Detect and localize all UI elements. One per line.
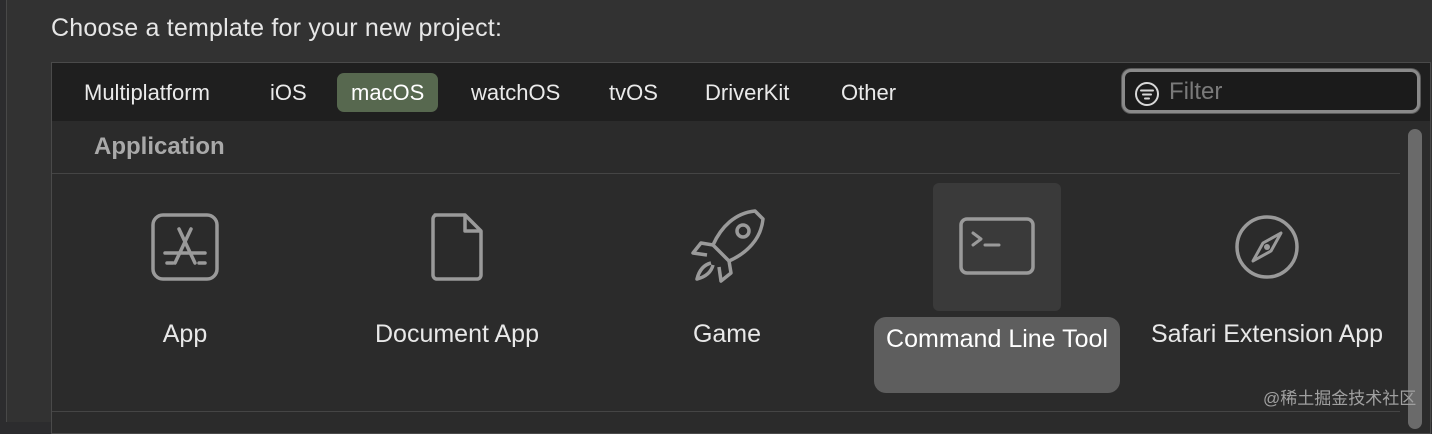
watermark: @稀土掘金技术社区 <box>1263 389 1417 408</box>
tab-macos[interactable]: macOS <box>337 73 439 112</box>
filter-icon <box>1134 81 1160 107</box>
template-app[interactable]: App <box>60 173 310 403</box>
rocket-icon <box>663 183 791 311</box>
platform-tab-bar: Multiplatform iOS macOS watchOS tvOS Dri… <box>52 63 1430 121</box>
template-document-app[interactable]: Document App <box>332 173 582 403</box>
filter-field[interactable] <box>1122 69 1420 113</box>
document-icon <box>393 183 521 311</box>
template-game[interactable]: Game <box>602 173 852 403</box>
tab-ios[interactable]: iOS <box>256 73 321 112</box>
tab-other[interactable]: Other <box>827 73 910 112</box>
section-divider <box>52 411 1400 412</box>
template-label: Game <box>692 320 762 348</box>
section-title: Application <box>94 133 225 160</box>
template-safari-extension-app[interactable]: Safari Extension App <box>1142 173 1392 403</box>
section-header: Application <box>52 121 1400 174</box>
tab-watchos[interactable]: watchOS <box>457 73 574 112</box>
template-command-line-tool[interactable]: Command Line Tool <box>872 173 1122 403</box>
compass-icon <box>1203 183 1331 311</box>
template-label: Command Line Tool <box>874 317 1120 393</box>
app-store-icon <box>121 183 249 311</box>
dialog-prompt: Choose a template for your new project: <box>51 14 503 42</box>
project-template-dialog: Choose a template for your new project: … <box>6 0 1432 434</box>
template-label: Document App <box>375 320 539 348</box>
template-label: Safari Extension App <box>1150 320 1384 348</box>
terminal-icon <box>933 183 1061 311</box>
tab-tvos[interactable]: tvOS <box>595 73 672 112</box>
tab-multiplatform[interactable]: Multiplatform <box>70 73 224 112</box>
template-label: App <box>162 320 208 348</box>
template-panel: Multiplatform iOS macOS watchOS tvOS Dri… <box>51 62 1431 434</box>
filter-input[interactable] <box>1167 76 1411 108</box>
tab-driverkit[interactable]: DriverKit <box>691 73 803 112</box>
